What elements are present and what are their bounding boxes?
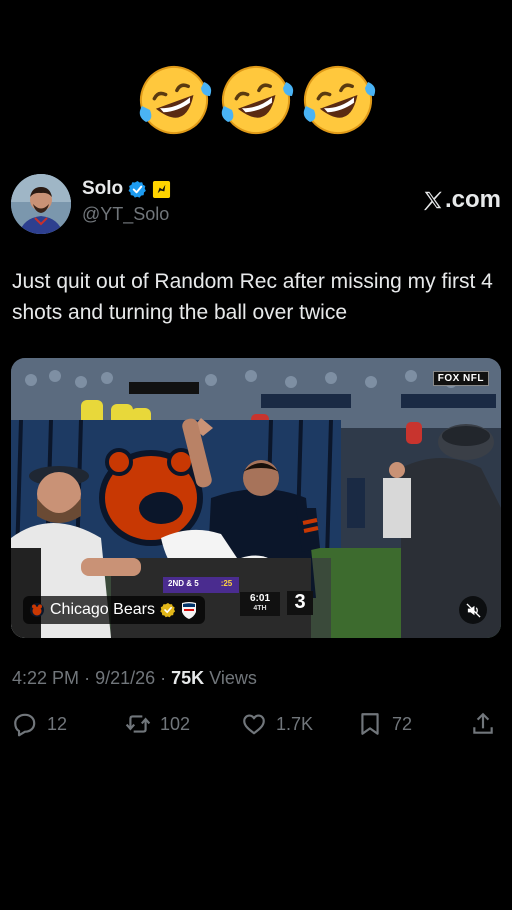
play-clock: :25 (220, 579, 233, 588)
avatar[interactable] (11, 174, 71, 234)
views-count[interactable]: 75K (171, 668, 204, 688)
reply-count: 12 (47, 713, 68, 734)
network-logo: FOX NFL (432, 371, 489, 386)
emoji-banner (0, 62, 512, 138)
verified-badge-icon (128, 180, 147, 199)
like-button[interactable]: 1.7K (241, 708, 313, 740)
bookmark-button[interactable]: 72 (357, 708, 412, 740)
gold-verified-icon (160, 602, 176, 618)
x-logo-icon (422, 189, 444, 211)
score: 3 (287, 591, 313, 615)
down-distance-text: 2ND & 5 (168, 579, 199, 588)
share-button[interactable] (470, 708, 496, 740)
heart-icon (243, 714, 265, 735)
game-clock: 6:01 4TH (240, 592, 280, 616)
repost-count: 102 (160, 713, 191, 734)
tweet-header: Solo @YT_Solo .com (11, 174, 501, 236)
laughing-emoji-icon (300, 62, 376, 138)
muted-speaker-icon (465, 602, 481, 618)
author-display-name[interactable]: Solo (82, 178, 171, 200)
down-distance: 2ND & 5 :25 (163, 577, 239, 593)
quarter-text: 4TH (253, 605, 267, 612)
author-info[interactable]: Solo @YT_Solo (82, 178, 171, 225)
repost-icon (125, 715, 151, 733)
meta-separator: · (160, 668, 172, 688)
team-tag[interactable]: Chicago Bears (23, 596, 205, 624)
mute-button[interactable] (459, 596, 487, 624)
laughing-emoji-icon (218, 62, 294, 138)
tweet-video[interactable]: FOX NFL Chicago Bears 2ND & 5:25 6:01 4… (11, 358, 501, 638)
laughing-emoji-icon (136, 62, 212, 138)
tweet-date[interactable]: 9/21/26 (95, 668, 155, 688)
brand-domain-text: .com (444, 186, 501, 213)
author-handle[interactable]: @YT_Solo (82, 204, 171, 225)
action-bar: 12 102 1.7K 72 (12, 708, 496, 740)
like-count: 1.7K (276, 713, 314, 734)
reply-icon (14, 713, 36, 737)
bears-logo-icon (29, 602, 45, 618)
x-brand-logo: .com (422, 186, 501, 214)
game-clock-text: 6:01 (249, 593, 270, 604)
display-name-text[interactable]: Solo (82, 178, 123, 200)
affiliate-badge-icon (152, 180, 171, 199)
nfl-shield-icon (181, 601, 197, 619)
meta-separator: · (84, 668, 96, 688)
reply-button[interactable]: 12 (12, 708, 67, 740)
share-icon (473, 712, 493, 734)
tweet-text: Just quit out of Random Rec after missin… (12, 270, 493, 324)
bookmark-count: 72 (392, 713, 413, 734)
team-name[interactable]: Chicago Bears (50, 601, 155, 619)
repost-button[interactable]: 102 (125, 708, 190, 740)
tweet-meta: 4:22 PM · 9/21/26 · 75K Views (12, 668, 257, 689)
views-label: Views (209, 668, 257, 688)
tweet-time[interactable]: 4:22 PM (12, 668, 79, 688)
bookmark-icon (361, 713, 379, 735)
